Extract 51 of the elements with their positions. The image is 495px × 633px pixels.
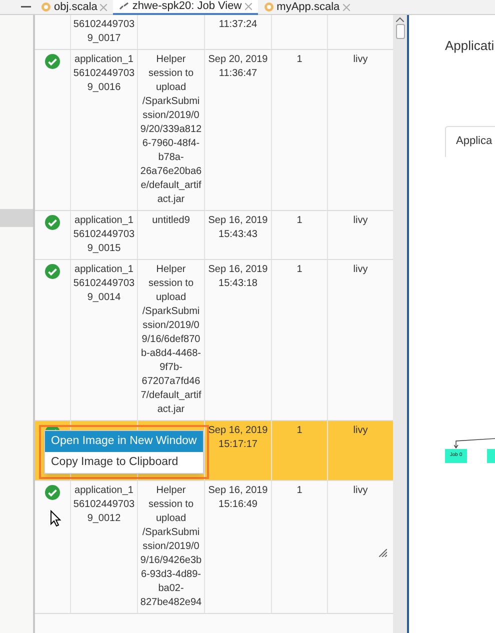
user-name: livy [353, 264, 368, 275]
submit-time: Sep 16, 2019 15:43:18 [208, 264, 268, 289]
file-icon [264, 2, 274, 12]
app-name: Helper session to upload /SparkSubmission/2019/09/16/9426e3b6-93d3-4d89-ba02-827be482e94 [140, 485, 202, 608]
user-name: livy [353, 54, 368, 65]
attempt-count: 1 [296, 485, 302, 496]
panel-title: Applicati [445, 37, 495, 55]
table-row[interactable]: application_1561024497039_0015 untitled9 Sep 16, 2019 15:43:43 1 livy [35, 211, 393, 260]
user-name: livy [353, 485, 368, 496]
table-row[interactable]: application_1561024497039_0014 Helper session to upload /SparkSubmission/2019/09/16/6def870b-a8d4-4468-9f7b-67207a7fd467/default_artifact.jar Sep 16, 2019 15:43:18 1 livy [35, 260, 393, 421]
app-id: application_1561024497039_0014 [73, 264, 135, 303]
app-name: Helper session to upload /SparkSubmission/2019/09/16/6def870b-a8d4-4468-9f7b-67207a7fd467/default_artifact.jar [140, 264, 202, 415]
editor-tab[interactable]: obj.scala [35, 0, 114, 14]
scroll-thumb[interactable] [396, 24, 404, 39]
editor-tab[interactable]: myApp.scala [258, 0, 356, 14]
minimize-icon[interactable] [21, 6, 31, 8]
submit-time: Sep 16, 2019 15:17:17 [208, 425, 268, 450]
user-name: livy [353, 425, 368, 436]
app-name: untitled9 [152, 215, 190, 226]
close-icon[interactable] [342, 4, 350, 10]
app-name: Helper session to upload /SparkSubmission/2019/09/20/339a8126-7960-48f4-b78a-26a76e20ba6e/default_artifact.jar [140, 54, 202, 205]
table-row[interactable]: 56102449703 9_0017 11:37:24 [35, 15, 393, 50]
table-row[interactable]: Sep 16, 2019 15:17:17 1 livy Open Image in New Window Copy Image to Clipboard [35, 421, 393, 481]
table-row[interactable]: application_1561024497039_0016 Helper session to upload /SparkSubmission/2019/09/20/339a8126-7960-48f4-b78a-26a76e20ba6e/default_artifact.jar Sep 20, 2019 11:36:47 1 livy [35, 50, 393, 211]
editor-tab[interactable]: zhwe-spk20: Job View [113, 0, 258, 14]
file-icon [41, 2, 51, 12]
app-id: 56102449703 9_0017 [73, 19, 135, 44]
user-name: livy [353, 215, 368, 226]
close-icon[interactable] [100, 4, 108, 10]
attempt-count: 1 [296, 54, 302, 65]
submit-time: Sep 20, 2019 11:36:47 [208, 54, 268, 79]
menu-item[interactable]: Copy Image to Clipboard [45, 452, 203, 473]
app-id: application_1561024497039_0016 [73, 54, 135, 93]
submit-time: Sep 16, 2019 15:16:49 [208, 485, 268, 510]
submit-time: Sep 16, 2019 15:43:43 [208, 215, 268, 240]
table-row[interactable]: application_1561024497039_0012 Helper session to upload /SparkSubmission/2019/09/16/9426e3b6-93d3-4d89-ba02-827be482e94 Sep 16, 2019 15:16:49 1 livy [35, 481, 393, 614]
mouse-pointer-icon [50, 510, 61, 527]
attempt-count: 1 [296, 264, 302, 275]
app-id: application_1561024497039_0015 [73, 215, 135, 254]
attempt-count: 1 [296, 215, 302, 226]
scroll-up-icon[interactable] [396, 17, 404, 22]
close-icon[interactable] [244, 2, 252, 10]
attempt-count: 1 [296, 425, 302, 436]
menu-item[interactable]: Open Image in New Window [45, 431, 203, 452]
resize-grip-icon [379, 549, 387, 557]
app-id: application_1561024497039_0012 [73, 485, 135, 524]
scrollbar[interactable] [393, 15, 407, 633]
panel-tab[interactable]: Applica [445, 126, 495, 157]
edge-line [454, 437, 495, 449]
submit-time: 11:37:24 [218, 19, 258, 30]
link-icon [119, 1, 130, 11]
